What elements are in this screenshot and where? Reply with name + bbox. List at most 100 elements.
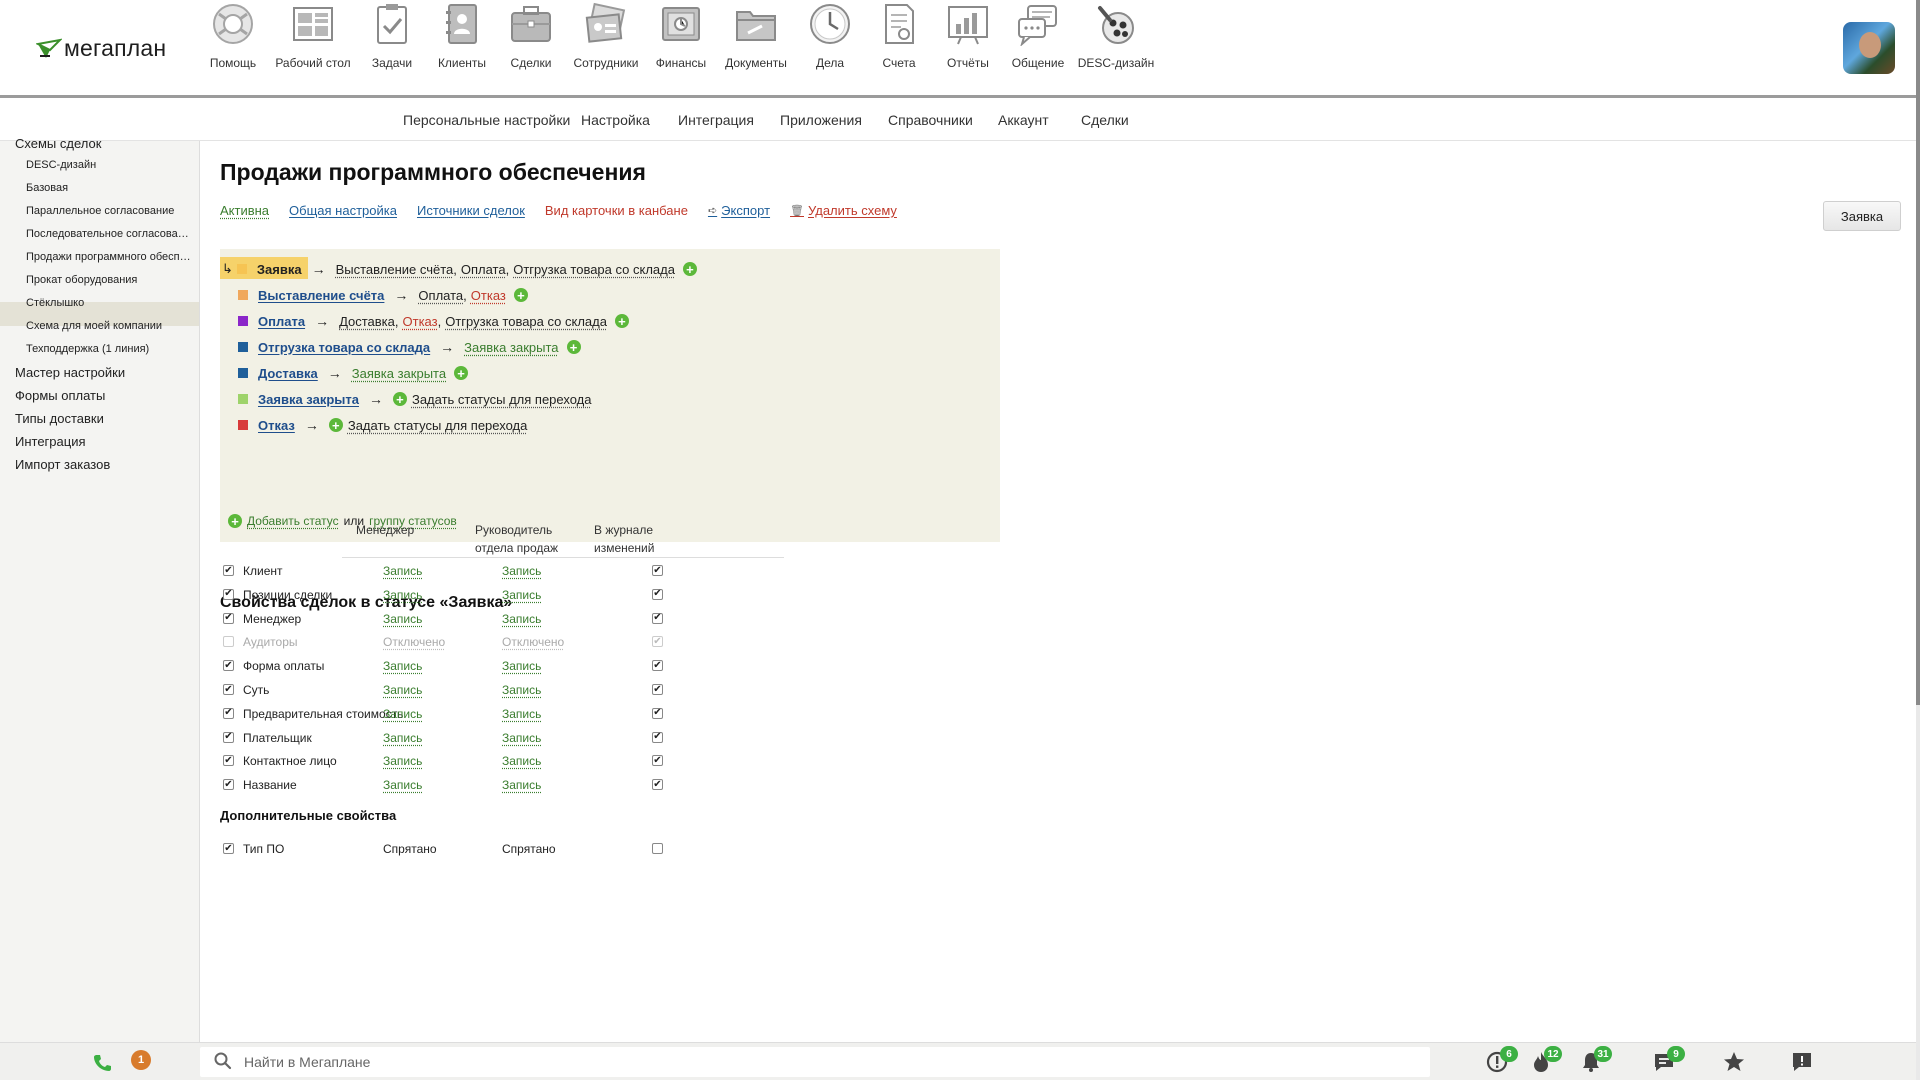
transition-target-link[interactable]: Оплата [461,262,506,277]
transition-target-link[interactable]: Отгрузка товара со склада [513,262,675,277]
head-access-link[interactable]: Запись [502,731,541,745]
page-scrollbar[interactable] [1916,0,1920,1080]
delete-scheme-link[interactable]: 🗑 Удалить схему [790,203,897,218]
subnav-item-6[interactable]: Сделки [1081,112,1129,128]
status-name-link[interactable]: Оплата [258,314,305,329]
journal-checkbox[interactable]: ✔ [652,755,663,767]
status-name-link[interactable]: Выставление счёта [258,288,384,303]
manager-access-link[interactable]: Запись [383,659,422,673]
head-access-link[interactable]: Запись [502,778,541,792]
feedback-icon[interactable] [1790,1050,1816,1076]
subnav-item-2[interactable]: Интеграция [678,112,754,128]
journal-checkbox[interactable]: ✔ [652,588,663,600]
status-name-link[interactable]: Доставка [258,366,318,381]
property-checkbox[interactable]: ✔ [223,660,234,672]
head-access-link[interactable]: Отключено [502,635,564,649]
head-access-link[interactable]: Запись [502,683,541,697]
journal-checkbox[interactable]: ✔ [652,684,663,695]
sidebar-item-5[interactable]: Продажи программного обеспечения [26,251,191,263]
subnav-item-0[interactable]: Персональные настройки [403,112,570,128]
journal-checkbox[interactable]: ✔ [652,565,663,576]
export-link[interactable]: ➪ Экспорт [708,203,770,218]
manager-access-link[interactable]: Запись [383,731,422,745]
sidebar-item-10[interactable]: Мастер настройки [15,365,195,380]
transition-target-link[interactable]: Отказ [471,288,506,303]
property-checkbox[interactable]: ✔ [223,731,234,743]
add-status-link[interactable]: Добавить статус [247,514,339,528]
sidebar-item-1[interactable]: DESC-дизайн [26,159,191,171]
add-transition-icon[interactable]: + [328,418,343,432]
head-access-link[interactable]: Запись [502,612,541,626]
logo[interactable]: мегаплан [36,34,166,62]
journal-checkbox[interactable]: ✔ [652,660,663,672]
journal-checkbox[interactable] [652,843,663,854]
journal-checkbox[interactable]: ✔ [652,731,663,743]
active-toggle[interactable]: Активна [220,203,269,218]
add-transition-icon[interactable]: + [682,262,697,276]
transition-target-link[interactable]: Задать статусы для перехода [412,392,592,407]
sidebar-item-3[interactable]: Параллельное согласование [26,205,191,217]
deal-sources-link[interactable]: Источники сделок [417,203,525,218]
add-status-plus-icon[interactable]: + [228,514,242,528]
star-icon[interactable] [1722,1050,1748,1076]
manager-access-link[interactable]: Запись [383,683,422,697]
head-access-link[interactable]: Запись [502,588,541,602]
subnav-item-4[interactable]: Справочники [888,112,973,128]
transition-target-link[interactable]: Задать статусы для перехода [348,418,528,433]
head-access-link[interactable]: Спрятано [502,842,556,856]
sidebar-item-8[interactable]: Схема для моей компании [26,320,191,332]
sidebar-item-11[interactable]: Формы оплаты [15,388,195,403]
search-input[interactable] [244,1054,1244,1070]
property-checkbox[interactable]: ✔ [223,707,234,719]
status-zayavka-button[interactable]: Заявка [1823,201,1901,231]
property-checkbox[interactable]: ✔ [223,779,234,791]
kanban-card-view-link[interactable]: Вид карточки в канбане [545,203,688,218]
sidebar-item-0[interactable]: Схемы сделок [15,136,195,151]
add-transition-icon[interactable]: + [513,288,528,302]
head-access-link[interactable]: Запись [502,754,541,768]
avatar[interactable] [1843,22,1895,74]
status-name-link[interactable]: Заявка [257,262,302,277]
subnav-item-5[interactable]: Аккаунт [998,112,1049,128]
manager-access-link[interactable]: Запись [383,778,422,792]
head-access-link[interactable]: Запись [502,564,541,578]
sidebar-item-14[interactable]: Импорт заказов [15,457,195,472]
transition-target-link[interactable]: Заявка закрыта [352,366,446,381]
phone-icon[interactable] [92,1053,112,1073]
phone-badge[interactable]: 1 [131,1050,151,1070]
manager-access-link[interactable]: Отключено [383,635,445,649]
general-settings-link[interactable]: Общая настройка [289,203,397,218]
transition-target-link[interactable]: Отказ [403,314,438,329]
journal-checkbox[interactable]: ✔ [652,707,663,719]
property-checkbox[interactable]: ✔ [223,565,234,576]
transition-target-link[interactable]: Оплата [418,288,463,303]
sidebar-item-13[interactable]: Интеграция [15,434,195,449]
property-checkbox[interactable]: ✔ [223,843,234,854]
journal-checkbox[interactable]: ✔ [652,779,663,791]
add-transition-icon[interactable]: + [566,340,581,354]
manager-access-link[interactable]: Запись [383,754,422,768]
sidebar-item-9[interactable]: Техподдержка (1 линия) [26,343,191,355]
scrollbar-thumb[interactable] [1916,0,1920,705]
add-transition-icon[interactable]: + [392,392,407,406]
sidebar-item-12[interactable]: Типы доставки [15,411,195,426]
subnav-item-1[interactable]: Настройка [581,112,650,128]
transition-target-link[interactable]: Отгрузка товара со склада [445,314,607,329]
nav-item-12[interactable]: DESC-дизайн [1066,0,1166,70]
status-name-link[interactable]: Отказ [258,418,295,433]
status-name-link[interactable]: Заявка закрыта [258,392,359,407]
manager-access-link[interactable]: Запись [383,612,422,626]
transition-target-link[interactable]: Выставление счёта [336,262,454,277]
transition-target-link[interactable]: Заявка закрыта [464,340,558,355]
manager-access-link[interactable]: Запись [383,588,422,602]
property-checkbox[interactable] [223,636,234,648]
add-transition-icon[interactable]: + [614,314,629,328]
property-checkbox[interactable]: ✔ [223,684,234,695]
head-access-link[interactable]: Запись [502,707,541,721]
sidebar-item-2[interactable]: Базовая [26,182,191,194]
subnav-item-3[interactable]: Приложения [780,112,862,128]
property-checkbox[interactable]: ✔ [223,588,234,600]
property-checkbox[interactable]: ✔ [223,755,234,767]
journal-checkbox[interactable]: ✔ [652,612,663,624]
sidebar-item-7[interactable]: Стёклышко [26,297,191,309]
